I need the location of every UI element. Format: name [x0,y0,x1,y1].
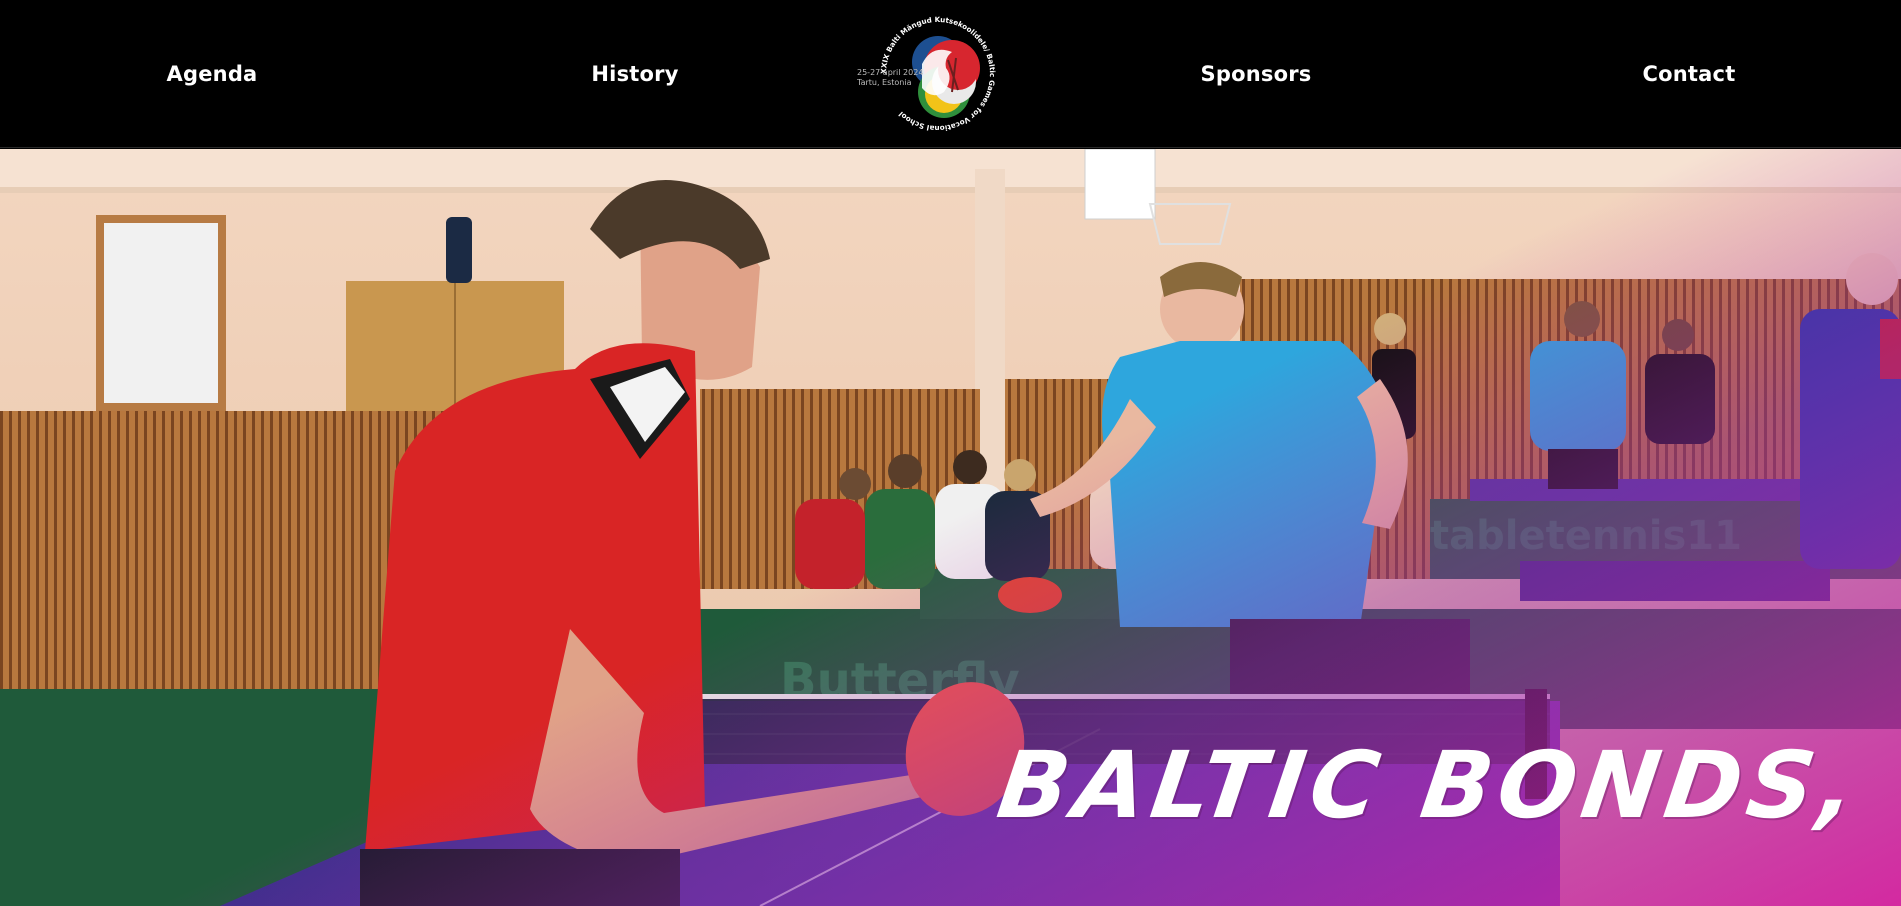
hero-headline: BALTIC BONDS, [991,732,1869,839]
hero-section: Butterfly tabletennis11 [0,149,1901,906]
nav-link-history[interactable]: History [555,58,715,90]
site-header: Agenda History XXIX Balti Mängud Kutseko… [0,0,1901,148]
logo-location: Tartu, Estonia [857,78,912,87]
logo-date-text: 25-27 april 2024 Tartu, Estonia [857,68,927,88]
nav-link-contact[interactable]: Contact [1609,58,1769,90]
nav-link-sponsors[interactable]: Sponsors [1176,58,1336,90]
logo-date: 25-27 april 2024 [857,68,924,77]
nav-link-agenda[interactable]: Agenda [132,58,292,90]
